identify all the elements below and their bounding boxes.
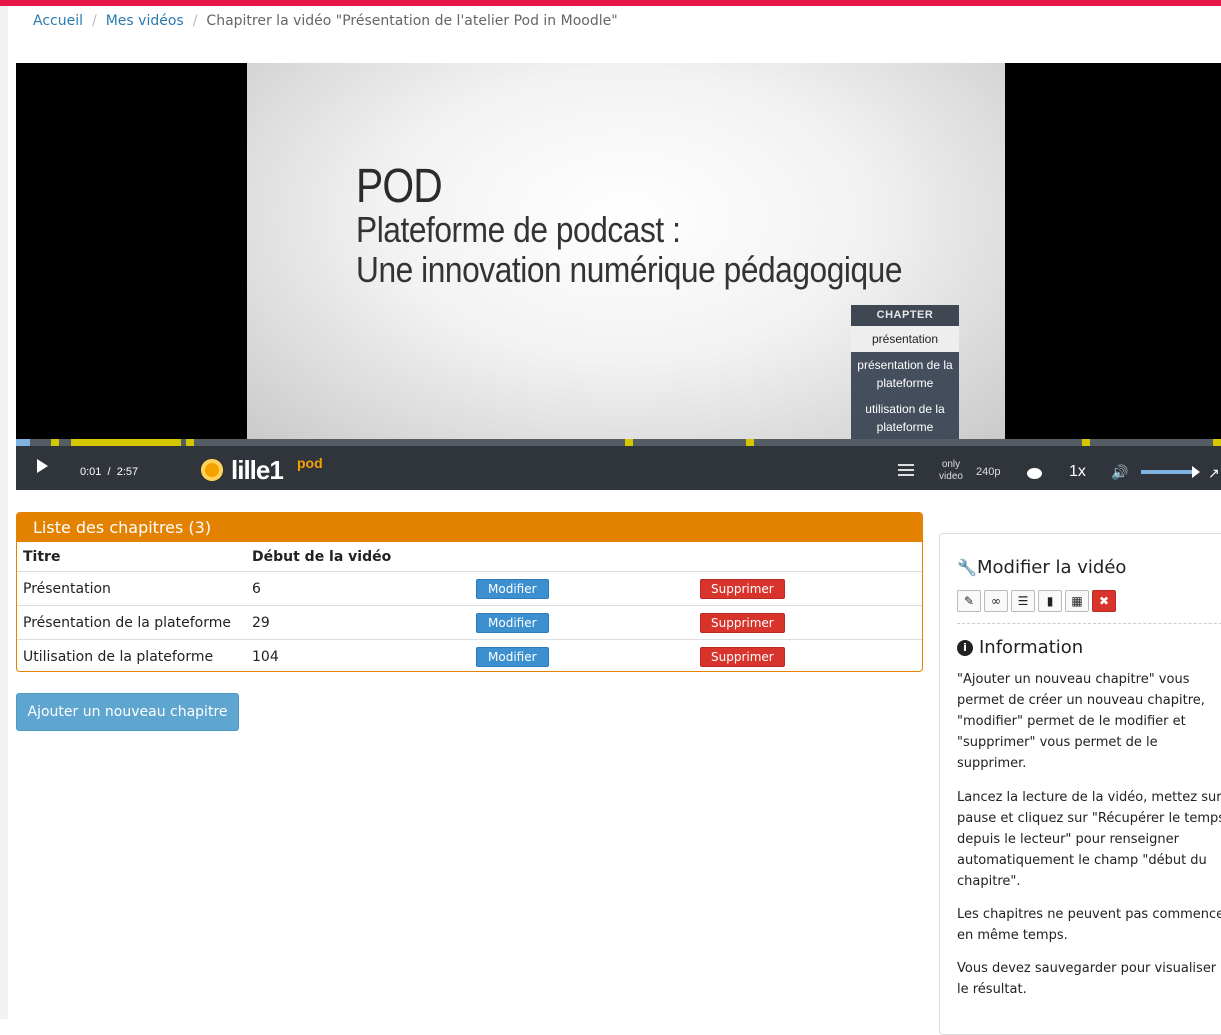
left-gutter (0, 6, 8, 1019)
chapters-list-icon[interactable] (898, 464, 914, 476)
logo-circle-icon (201, 459, 223, 481)
information-title: Information (979, 637, 1084, 658)
chapters-panel: Liste des chapitres (3) Titre Début de l… (16, 512, 923, 672)
progress-played (16, 439, 30, 446)
duration: 2:57 (116, 466, 139, 478)
column-header-start: Début de la vidéo (252, 548, 392, 565)
edit-chapter-button[interactable]: Modifier (476, 646, 549, 667)
file-icon[interactable]: ▮ (1038, 590, 1062, 612)
film-icon[interactable]: ▦ (1065, 590, 1089, 612)
column-header-title: Titre (23, 548, 61, 565)
edit-chapter-button[interactable]: Modifier (476, 578, 549, 599)
info-paragraph: Lancez la lecture de la vidéo, mettez su… (957, 790, 1221, 889)
only-video-toggle[interactable]: only video (936, 459, 966, 483)
control-bar: 0:01 / 2:57 lille1 pod only video 240p 1… (16, 446, 1221, 490)
table-row: Présentation de la plateforme 29 Modifie… (17, 605, 922, 640)
chapter-menu-heading: CHAPTER (851, 305, 959, 326)
delete-chapter-button[interactable]: Supprimer (700, 646, 785, 667)
video-player[interactable]: POD Plateforme de podcast : Une innovati… (16, 63, 1221, 490)
info-paragraph: Les chapitres ne peuvent pas commencer e… (957, 907, 1221, 943)
chapter-menu-item[interactable]: utilisation de la plateforme (851, 396, 959, 440)
progress-marker (746, 439, 754, 446)
divider (957, 623, 1221, 624)
chapter-title: Présentation (17, 571, 246, 606)
time-display: 0:01 / 2:57 (80, 466, 138, 478)
chapter-marker[interactable] (625, 439, 633, 446)
chapter-marker[interactable] (186, 439, 194, 446)
chapter-start: 29 (246, 605, 470, 640)
list-icon[interactable]: ☰ (1011, 590, 1035, 612)
add-chapter-button[interactable]: Ajouter un nouveau chapitre (16, 693, 239, 731)
sidebar: 🔧Modifier la vidéo ✎ ∞ ☰ ▮ ▦ ✖ i Information "… (939, 533, 1221, 1035)
edit-video-heading: 🔧Modifier la vidéo (957, 557, 1126, 578)
slide-title: POD (356, 160, 443, 213)
info-paragraph: Vous devez sauvegarder pour visualiser l… (957, 961, 1217, 997)
chapter-title: Utilisation de la plateforme (17, 639, 246, 671)
wrench-icon: 🔧 (957, 558, 977, 577)
breadcrumb-home-link[interactable]: Accueil (33, 13, 83, 29)
breadcrumb-my-videos-link[interactable]: Mes vidéos (106, 13, 184, 29)
progress-bar[interactable] (16, 439, 1221, 446)
top-accent-bar (0, 0, 1221, 6)
chapter-menu-item[interactable]: présentation (851, 326, 959, 352)
slide-subtitle-line2: Une innovation numérique pédagogique (356, 249, 903, 290)
delete-chapter-button[interactable]: Supprimer (700, 612, 785, 633)
delete-icon[interactable]: ✖ (1092, 590, 1116, 612)
play-icon[interactable] (37, 459, 48, 473)
volume-icon[interactable]: 🔊 (1111, 464, 1128, 481)
buffered-segment (71, 439, 181, 446)
breadcrumb-current: Chapitrer la vidéo "Présentation de l'at… (206, 13, 618, 29)
chapter-menu-item[interactable]: présentation de la plateforme (851, 352, 959, 396)
slide-subtitle-line1: Plateforme de podcast : (356, 209, 681, 250)
toolbar: ✎ ∞ ☰ ▮ ▦ ✖ (957, 590, 1119, 612)
breadcrumb-separator: / (92, 13, 97, 29)
information-heading: i Information (957, 637, 1083, 658)
logo-text: lille1 (231, 455, 284, 485)
info-icon: i (957, 640, 973, 656)
info-paragraph: "Ajouter un nouveau chapitre" vous perme… (957, 672, 1205, 771)
chapter-start: 6 (246, 571, 470, 606)
edit-chapter-button[interactable]: Modifier (476, 612, 549, 633)
chapters-panel-title: Liste des chapitres (3) (17, 513, 922, 542)
paperclip-icon[interactable]: ∞ (984, 590, 1008, 612)
fullscreen-icon[interactable]: ↗ (1208, 465, 1220, 482)
progress-marker (1213, 439, 1221, 446)
chapter-marker[interactable] (51, 439, 59, 446)
volume-knob[interactable] (1192, 466, 1200, 478)
delete-chapter-button[interactable]: Supprimer (700, 578, 785, 599)
volume-slider[interactable] (1141, 470, 1196, 474)
logo-suffix: pod (297, 455, 323, 471)
progress-marker (1082, 439, 1090, 446)
breadcrumb-separator: / (192, 13, 198, 29)
chapter-menu: CHAPTER présentation présentation de la … (851, 305, 959, 448)
chapters-table: Titre Début de la vidéo Présentation 6 M… (17, 542, 922, 671)
current-time: 0:01 (80, 466, 102, 478)
breadcrumb: Accueil / Mes vidéos / Chapitrer la vidéo "P… (33, 13, 618, 29)
time-separator: / (107, 466, 111, 478)
speed-selector[interactable]: 1x (1069, 463, 1086, 481)
table-row: Utilisation de la plateforme 104 Modifie… (17, 639, 922, 671)
table-row: Présentation 6 Modifier Supprimer (17, 571, 922, 606)
pencil-icon[interactable]: ✎ (957, 590, 981, 612)
table-header-row: Titre Début de la vidéo (17, 542, 922, 572)
chapter-title: Présentation de la plateforme (17, 605, 246, 640)
chapter-start: 104 (246, 639, 470, 671)
edit-video-title: Modifier la vidéo (977, 557, 1127, 578)
subtitles-icon[interactable] (1027, 468, 1042, 479)
quality-selector[interactable]: 240p (976, 466, 1000, 478)
